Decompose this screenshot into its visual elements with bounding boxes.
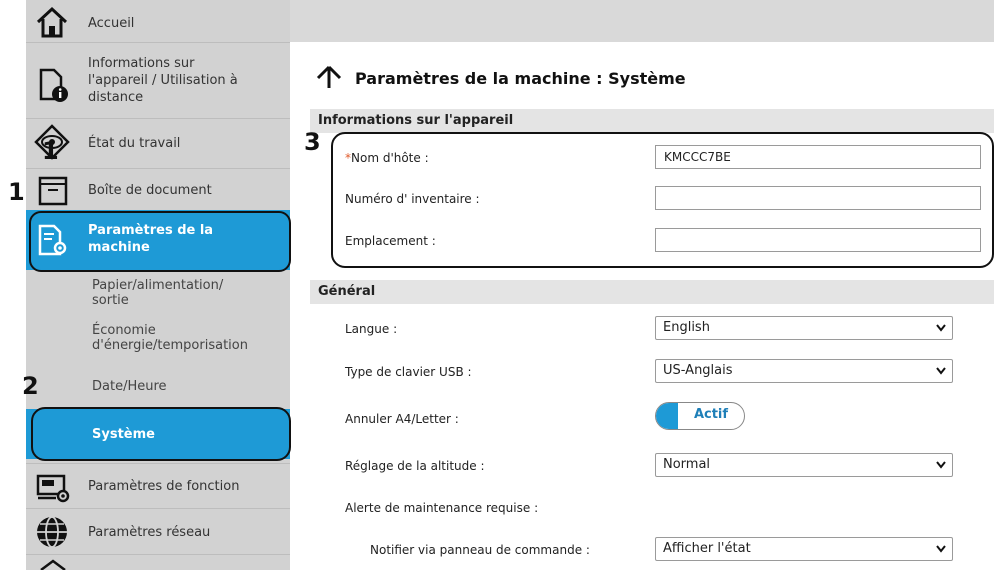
notify-panel-select[interactable]: Afficher l'état: [655, 537, 953, 561]
sidebar-subitem-label: Économie d'énergie/temporisation: [92, 323, 248, 353]
sidebar-subitem-label: Date/Heure: [92, 379, 167, 394]
sidebar-item-label: État du travail: [88, 136, 181, 151]
sidebar-item-network-settings[interactable]: Paramètres réseau: [26, 508, 290, 555]
a4-letter-toggle[interactable]: Actif: [655, 402, 745, 430]
callout-number-1: 1: [8, 178, 25, 206]
section-header-device-info: Informations sur l'appareil: [310, 109, 994, 133]
chevron-down-icon: [936, 324, 946, 332]
document-box-icon: [38, 176, 68, 206]
security-icon: [40, 559, 66, 570]
select-value: Normal: [663, 457, 711, 472]
label-text: Nom d'hôte :: [351, 151, 429, 165]
usb-keyboard-label: Type de clavier USB :: [345, 365, 472, 379]
top-bar: [290, 0, 994, 42]
sidebar-item-label: Boîte de document: [88, 183, 212, 198]
function-settings-icon: [36, 474, 70, 503]
chevron-down-icon: [936, 367, 946, 375]
sidebar-item-label: Informations sur l'appareil / Utilisatio…: [88, 55, 238, 106]
label-line: Informations sur: [88, 56, 195, 71]
toggle-fill: [656, 403, 678, 429]
location-label: Emplacement :: [345, 234, 436, 248]
maintenance-alert-label: Alerte de maintenance requise :: [345, 501, 539, 515]
label-line: sortie: [92, 293, 129, 308]
callout-number-3: 3: [304, 128, 321, 156]
label-line: Économie: [92, 323, 156, 338]
sidebar-item-device-info[interactable]: Informations sur l'appareil / Utilisatio…: [26, 42, 290, 119]
usb-keyboard-select[interactable]: US-Anglais: [655, 359, 953, 383]
home-icon: [36, 6, 68, 38]
asset-number-label: Numéro d' inventaire :: [345, 192, 480, 206]
label-line: l'appareil / Utilisation à: [88, 73, 238, 88]
sidebar-item-label: Paramètres de fonction: [88, 479, 240, 494]
globe-icon: [37, 516, 67, 548]
callout-outline-system: [31, 407, 291, 461]
hostname-label: *Nom d'hôte :: [345, 151, 429, 165]
toggle-label: Actif: [693, 407, 729, 422]
sidebar-item-label: Accueil: [88, 16, 135, 31]
notify-panel-label: Notifier via panneau de commande :: [370, 543, 590, 557]
sidebar-item-document-box[interactable]: Boîte de document: [26, 168, 290, 211]
select-value: US-Anglais: [663, 363, 733, 378]
a4-letter-label: Annuler A4/Letter :: [345, 412, 459, 426]
select-value: English: [663, 320, 710, 335]
chevron-down-icon: [936, 545, 946, 553]
language-select[interactable]: English: [655, 316, 953, 340]
sidebar-subitem-energy[interactable]: Économie d'énergie/temporisation: [26, 315, 290, 365]
callout-number-2: 2: [22, 372, 39, 400]
arrow-up-icon[interactable]: [316, 65, 342, 89]
sidebar-item-home[interactable]: Accueil: [26, 0, 290, 43]
label-line: distance: [88, 90, 144, 105]
section-header-general: Général: [310, 280, 994, 304]
sidebar-subitem-paper[interactable]: Papier/alimentation/ sortie: [26, 270, 290, 315]
callout-number-1: 1: [42, 137, 59, 165]
sidebar-subitem-label: Papier/alimentation/ sortie: [92, 278, 223, 308]
altitude-label: Réglage de la altitude :: [345, 459, 485, 473]
callout-outline-machine-settings: [29, 211, 291, 272]
label-line: Papier/alimentation/: [92, 278, 224, 293]
sidebar-item-function-settings[interactable]: Paramètres de fonction: [26, 463, 290, 509]
language-label: Langue :: [345, 322, 398, 336]
sidebar-item-label: Paramètres réseau: [88, 525, 211, 540]
chevron-down-icon: [936, 461, 946, 469]
page-title: Paramètres de la machine : Système: [355, 69, 686, 88]
sidebar-nav: Accueil Informations sur l'appareil / Ut…: [26, 0, 290, 570]
sidebar-item-job-status[interactable]: État du travail: [26, 118, 290, 169]
asset-number-input[interactable]: [655, 186, 981, 210]
sidebar-subitem-datetime[interactable]: Date/Heure: [26, 365, 290, 409]
hostname-input[interactable]: KMCCC7BE: [655, 145, 981, 169]
select-value: Afficher l'état: [663, 541, 751, 556]
label-line: d'énergie/temporisation: [92, 338, 248, 353]
main-content: Paramètres de la machine : Système Infor…: [298, 48, 994, 570]
altitude-select[interactable]: Normal: [655, 453, 953, 477]
device-info-icon: [39, 68, 68, 102]
location-input[interactable]: [655, 228, 981, 252]
